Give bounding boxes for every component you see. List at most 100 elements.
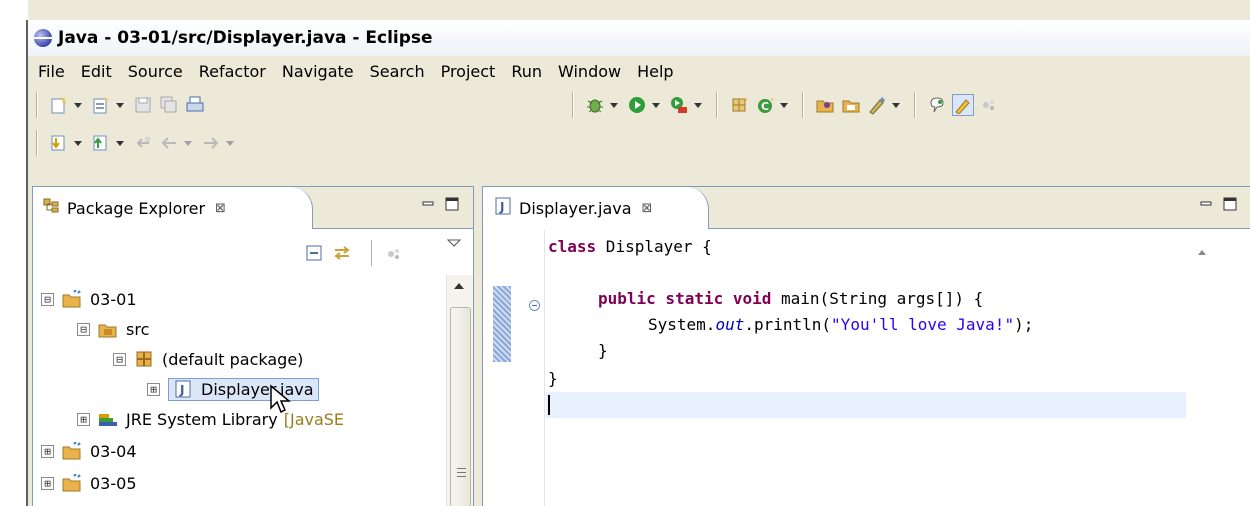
code-line-3: public static void main(String args[]) { — [598, 286, 983, 312]
title-bar[interactable]: Java - 03-01/src/Displayer.java - Eclips… — [28, 20, 1250, 56]
next-annotation-dropdown[interactable] — [74, 140, 82, 146]
close-icon[interactable]: ⊠ — [215, 201, 226, 216]
keyword-token: class — [548, 237, 597, 256]
tree-item-default-package[interactable]: ⊟ (default package) — [113, 345, 303, 373]
tree-item-03-04[interactable]: ⊞ 03-04 — [41, 437, 137, 465]
back-dropdown[interactable] — [184, 140, 192, 146]
code-token: } — [548, 369, 558, 388]
menu-source[interactable]: Source — [128, 62, 183, 81]
svg-text:C: C — [761, 100, 769, 113]
code-token: System. — [648, 315, 716, 334]
debug-icon[interactable] — [584, 94, 606, 116]
scroll-up-icon[interactable] — [454, 283, 464, 289]
expand-icon[interactable]: ⊞ — [41, 476, 54, 490]
string-token: "You'll love Java!" — [831, 315, 1015, 334]
package-icon — [134, 350, 154, 368]
new-class-icon[interactable]: C — [754, 94, 776, 116]
search-icon[interactable] — [840, 94, 862, 116]
menu-navigate[interactable]: Navigate — [282, 62, 354, 81]
link-with-editor-icon[interactable] — [333, 244, 351, 262]
tree-item-03-05[interactable]: ⊞ 03-05 — [41, 469, 137, 497]
save-icon[interactable] — [132, 94, 154, 116]
run-dropdown[interactable] — [652, 102, 660, 108]
menu-edit[interactable]: Edit — [81, 62, 112, 81]
new-dropdown[interactable] — [116, 102, 124, 108]
package-explorer-toolbar — [33, 230, 473, 274]
code-token: main(String args[]) { — [771, 289, 984, 308]
annotation-dropdown[interactable] — [892, 102, 900, 108]
print-icon[interactable] — [184, 94, 206, 116]
field-token: out — [715, 315, 745, 334]
keyword-token: public static void — [598, 289, 772, 308]
forward-dropdown[interactable] — [226, 140, 234, 146]
tree-item-displayer-java[interactable]: ⊞ J Displayer.java — [147, 375, 319, 403]
fold-collapse-icon[interactable] — [529, 300, 540, 311]
view-menu-icon[interactable] — [445, 234, 463, 252]
tree-item-label: JRE System Library — [126, 409, 278, 429]
run-icon[interactable] — [626, 94, 648, 116]
window-title: Java - 03-01/src/Displayer.java - Eclips… — [58, 28, 433, 48]
collapse-icon[interactable]: ⊟ — [113, 352, 126, 366]
previous-annotation-icon[interactable] — [90, 132, 112, 154]
next-annotation-icon[interactable] — [48, 132, 70, 154]
save-all-icon[interactable] — [158, 94, 180, 116]
scroll-up-icon[interactable] — [1198, 250, 1206, 255]
tree-item-03-01[interactable]: ⊟ 03-01 — [41, 285, 137, 313]
expand-icon[interactable]: ⊞ — [77, 412, 90, 426]
menu-file[interactable]: File — [38, 62, 65, 81]
tree-item-label: 03-01 — [90, 289, 137, 309]
editor-tab-displayer-java[interactable]: J Displayer.java ⊠ — [483, 187, 709, 229]
toggle-markers-icon[interactable] — [926, 94, 948, 116]
menu-refactor[interactable]: Refactor — [199, 62, 266, 81]
menu-help[interactable]: Help — [637, 62, 673, 81]
new-java-project-icon[interactable] — [728, 94, 750, 116]
package-explorer-tab[interactable]: Package Explorer ⊠ — [33, 187, 313, 229]
menu-run[interactable]: Run — [511, 62, 542, 81]
spinner-icon[interactable] — [978, 94, 1000, 116]
code-area[interactable]: class Displayer { public static void mai… — [546, 230, 1186, 506]
maximize-icon[interactable] — [443, 195, 461, 213]
collapse-icon[interactable]: ⊟ — [77, 322, 90, 336]
expand-icon[interactable]: ⊞ — [41, 444, 54, 458]
code-token: Displayer { — [596, 237, 712, 256]
eclipse-logo-icon — [34, 29, 52, 47]
scrollbar-thumb[interactable] — [450, 307, 471, 506]
overview-ruler[interactable] — [483, 230, 511, 506]
annotation-icon[interactable] — [866, 94, 888, 116]
package-explorer-scrollbar[interactable] — [446, 275, 473, 506]
editor-scrollbar[interactable] — [1186, 230, 1250, 506]
new-java-file-icon[interactable] — [90, 94, 112, 116]
editor-tab-bar: J Displayer.java ⊠ — [483, 187, 1250, 229]
back-icon[interactable] — [158, 132, 180, 154]
minimize-icon[interactable] — [1197, 195, 1215, 213]
editor-tab-label: Displayer.java — [519, 198, 632, 218]
new-class-dropdown[interactable] — [780, 102, 788, 108]
collapse-icon[interactable]: ⊟ — [41, 292, 54, 306]
maximize-icon[interactable] — [1221, 195, 1239, 213]
tree-item-decoration: [JavaSE — [283, 409, 345, 429]
pen-icon[interactable] — [952, 94, 974, 116]
tree-item-jre-system-library[interactable]: ⊞ JRE System Library [JavaSE — [77, 405, 344, 433]
tree-item-src[interactable]: ⊟ src — [77, 315, 149, 343]
collapse-all-icon[interactable] — [305, 244, 323, 262]
expand-icon[interactable]: ⊞ — [147, 382, 160, 396]
navigation-toolbar — [28, 126, 1250, 160]
forward-icon[interactable] — [200, 132, 222, 154]
debug-dropdown[interactable] — [610, 102, 618, 108]
last-edit-location-icon[interactable] — [132, 132, 154, 154]
toolbar-separator — [572, 92, 574, 118]
open-type-icon[interactable] — [814, 94, 836, 116]
new-wizard-dropdown[interactable] — [74, 102, 82, 108]
selected-tree-item[interactable]: J Displayer.java — [168, 377, 319, 401]
focus-icon[interactable] — [385, 244, 403, 262]
menu-project[interactable]: Project — [441, 62, 496, 81]
close-icon[interactable]: ⊠ — [642, 201, 653, 216]
menu-window[interactable]: Window — [558, 62, 621, 81]
new-wizard-icon[interactable] — [48, 94, 70, 116]
minimize-icon[interactable] — [419, 195, 437, 213]
external-tools-dropdown[interactable] — [694, 102, 702, 108]
previous-annotation-dropdown[interactable] — [116, 140, 124, 146]
external-tools-icon[interactable] — [668, 94, 690, 116]
menu-search[interactable]: Search — [370, 62, 425, 81]
tree-item-label: 03-04 — [90, 441, 137, 461]
